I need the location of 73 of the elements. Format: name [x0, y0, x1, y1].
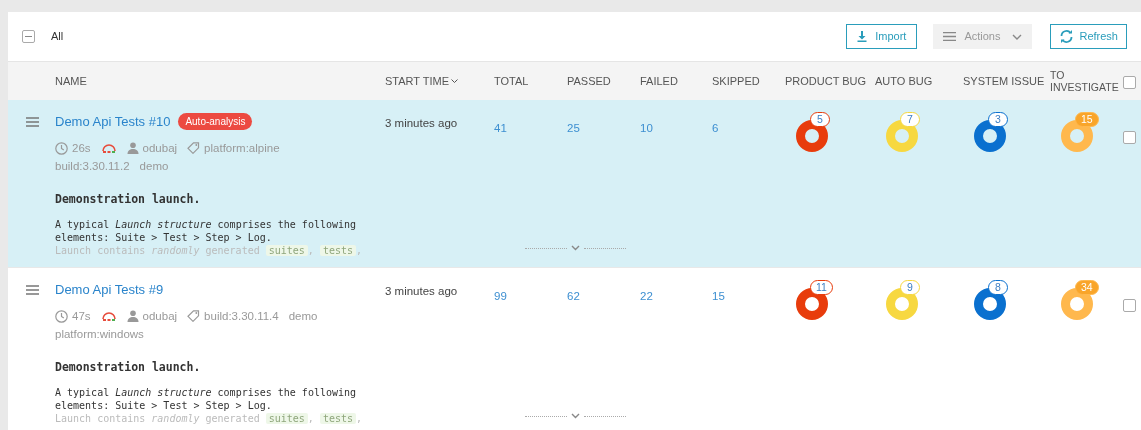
duration-text: 26s	[72, 140, 91, 156]
count-badge[interactable]: 7	[900, 112, 920, 127]
duration-text: 47s	[72, 308, 91, 324]
column-header[interactable]: TO INVESTIGATE	[1050, 69, 1122, 93]
count-badge[interactable]: 3	[988, 112, 1008, 127]
description-text: Launch contains randomly generated suites , tests ,	[55, 412, 364, 427]
description-title: Demonstration launch.	[55, 359, 202, 376]
column-header[interactable]: START TIME	[385, 75, 494, 87]
count-badge[interactable]: 11	[810, 280, 833, 295]
description-title: Demonstration launch.	[55, 191, 202, 208]
clock-icon	[55, 309, 68, 323]
column-header[interactable]: AUTO BUG	[875, 75, 963, 87]
sort-caret-icon	[451, 78, 458, 84]
refresh-button[interactable]: Refresh	[1050, 24, 1127, 49]
checkbox[interactable]	[1123, 131, 1136, 144]
chevron-down-icon	[571, 413, 580, 419]
chevron-down-icon	[1012, 33, 1023, 40]
refresh-icon	[1059, 30, 1075, 43]
description-text: A typical Launch structure comprises the following elements: Suite > Test > Step > Log.	[55, 218, 358, 245]
start-time-text: 3 minutes ago	[385, 116, 459, 131]
menu-icon	[26, 285, 39, 295]
owner-text: odubaj	[142, 140, 178, 156]
count-badge[interactable]: 9	[900, 280, 920, 295]
menu-icon	[943, 32, 957, 41]
auto-analysis-tag: Auto-analysis	[178, 113, 253, 131]
menu-icon	[26, 117, 39, 127]
column-header[interactable]: SYSTEM ISSUE	[963, 75, 1050, 87]
import-button[interactable]: Import	[846, 24, 918, 49]
status-gauge-icon	[100, 143, 117, 153]
tag-icon	[187, 142, 201, 155]
attribute-text: platform:windows	[55, 326, 144, 342]
clock-icon	[55, 141, 68, 155]
count-link[interactable]: 25	[567, 122, 580, 134]
attribute-text: build:3.30.11.4	[204, 308, 279, 324]
expand-toggle[interactable]	[525, 413, 626, 419]
status-gauge-icon	[100, 311, 117, 321]
description-text: A typical Launch structure comprises the following elements: Suite > Test > Step > Log.	[55, 386, 358, 413]
start-time-text: 3 minutes ago	[385, 284, 459, 299]
column-header[interactable]: NAME	[55, 75, 385, 87]
checkbox[interactable]	[1123, 75, 1136, 89]
count-badge[interactable]: 8	[988, 280, 1008, 295]
launch-name-link[interactable]: Demo Api Tests #10	[55, 112, 171, 132]
count-link[interactable]: 22	[640, 290, 653, 302]
column-header[interactable]: SKIPPED	[712, 75, 785, 87]
column-header[interactable]: PRODUCT BUG	[785, 75, 875, 87]
attribute-text: demo	[288, 308, 318, 324]
column-header[interactable]: FAILED	[640, 75, 712, 87]
count-link[interactable]: 62	[567, 290, 580, 302]
expand-toggle[interactable]	[525, 245, 626, 251]
select-all-checkbox[interactable]	[22, 30, 35, 43]
count-link[interactable]: 99	[494, 290, 507, 302]
column-header[interactable]: TOTAL	[494, 75, 567, 87]
user-icon	[126, 310, 139, 323]
tag-icon	[187, 310, 201, 323]
actions-dropdown[interactable]: Actions	[933, 24, 1033, 49]
attribute-text: platform:alpine	[204, 140, 280, 156]
select-all-label: All	[51, 29, 64, 45]
count-link[interactable]: 10	[640, 122, 653, 134]
user-icon	[126, 142, 139, 155]
count-link[interactable]: 41	[494, 122, 507, 134]
chevron-down-icon	[571, 245, 580, 251]
launch-name-link[interactable]: Demo Api Tests #9	[55, 280, 164, 300]
count-link[interactable]: 15	[712, 290, 725, 302]
download-icon	[857, 31, 868, 42]
checkbox[interactable]	[1123, 299, 1136, 312]
description-text: Launch contains randomly generated suites , tests ,	[55, 244, 364, 259]
attribute-text: build:3.30.11.2	[55, 158, 130, 174]
launch-row[interactable]	[8, 100, 1141, 268]
attribute-text: demo	[139, 158, 169, 174]
column-header[interactable]: PASSED	[567, 75, 640, 87]
owner-text: odubaj	[142, 308, 178, 324]
count-link[interactable]: 6	[712, 122, 719, 134]
count-badge[interactable]: 5	[810, 112, 830, 127]
